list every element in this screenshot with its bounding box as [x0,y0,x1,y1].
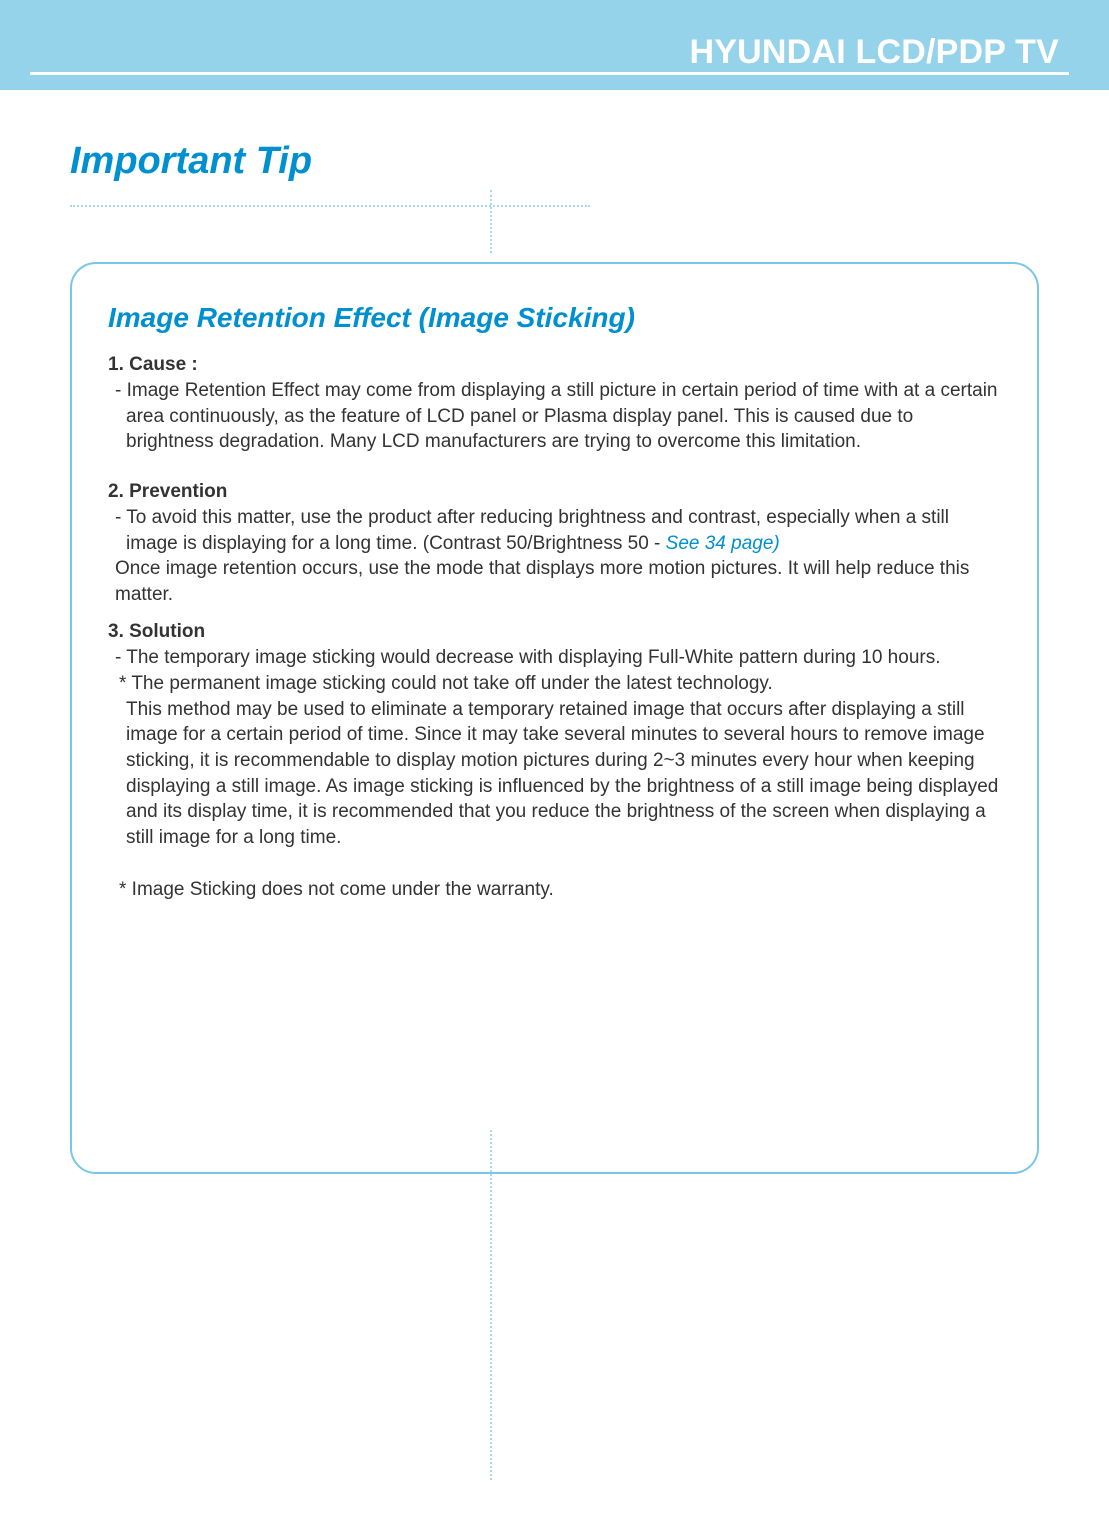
brand-title: HYUNDAI LCD/PDP TV [0,33,1069,72]
dotted-divider-vertical-top [490,190,492,253]
prevention-text-b: Once image retention occurs, use the mod… [108,556,1001,607]
prevention-body: - To avoid this matter, use the product … [108,505,1001,608]
solution-label: 3. Solution [108,621,1001,643]
solution-body: - The temporary image sticking would dec… [108,645,1001,902]
warranty-note: * Image Sticking does not come under the… [108,877,1001,903]
cause-body: - Image Retention Effect may come from d… [108,378,1001,455]
dotted-divider-horizontal [70,205,590,207]
solution-line2: * The permanent image sticking could not… [108,671,1001,697]
prevention-label: 2. Prevention [108,481,1001,503]
solution-line1: - The temporary image sticking would dec… [108,645,1001,671]
tip-box: Image Retention Effect (Image Sticking) … [70,262,1039,1174]
box-heading: Image Retention Effect (Image Sticking) [108,302,1001,334]
solution-paragraph: This method may be used to eliminate a t… [108,697,1001,851]
page-title: Important Tip [70,140,1039,183]
page-content: Important Tip Image Retention Effect (Im… [0,90,1109,1174]
see-page-link[interactable]: See 34 page) [666,533,780,554]
cause-label: 1. Cause : [108,354,1001,376]
dotted-divider-vertical-bottom [490,1130,492,1480]
prevention-text-a: - To avoid this matter, use the product … [115,507,949,554]
header-divider [30,72,1069,75]
top-header-band: HYUNDAI LCD/PDP TV [0,0,1109,90]
